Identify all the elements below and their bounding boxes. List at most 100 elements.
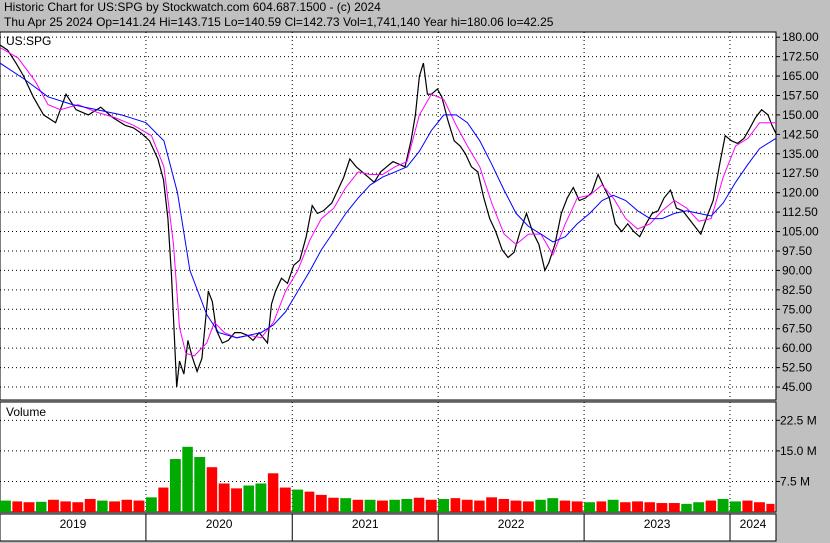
volume-bar xyxy=(522,501,534,512)
volume-plot-area xyxy=(0,401,777,513)
volume-bar xyxy=(109,501,121,512)
volume-panel: 22.5 M 15.0 M 7.5 M Volume xyxy=(0,401,817,513)
price-tick-label: 165.00 xyxy=(782,69,819,83)
volume-bar xyxy=(766,503,775,512)
volume-bar xyxy=(742,500,753,512)
volume-bar xyxy=(145,497,157,512)
volume-bar xyxy=(121,499,133,512)
year-label: 2020 xyxy=(206,517,233,531)
volume-bar xyxy=(304,491,315,512)
price-tick-label: 157.50 xyxy=(782,88,819,102)
volume-bar xyxy=(340,498,352,512)
volume-bar xyxy=(450,498,461,512)
price-panel-title: US:SPG xyxy=(6,34,51,48)
volume-bar xyxy=(206,467,218,512)
volume-bar xyxy=(364,499,376,512)
year-label: 2024 xyxy=(740,517,767,531)
price-panel: 180.00 172.50 165.00 157.50 150.00 142.50 135.… xyxy=(0,30,819,401)
price-tick-label: 82.50 xyxy=(782,283,812,297)
volume-bar xyxy=(510,500,522,512)
volume-bar xyxy=(656,503,668,512)
volume-bar xyxy=(717,498,729,512)
volume-bar xyxy=(231,488,242,512)
volume-bar xyxy=(681,503,692,512)
volume-bar xyxy=(571,501,583,512)
year-label: 2023 xyxy=(644,517,671,531)
price-tick-label: 180.00 xyxy=(782,30,819,44)
volume-bar xyxy=(133,500,145,512)
volume-bar xyxy=(584,502,595,512)
volume-bar xyxy=(596,501,607,512)
year-label: 2022 xyxy=(498,517,525,531)
volume-bar xyxy=(413,497,425,512)
volume-bar xyxy=(97,500,108,512)
volume-bar xyxy=(35,501,47,512)
volume-bar xyxy=(461,499,473,512)
volume-bar xyxy=(668,503,680,512)
price-plot-area xyxy=(0,31,777,401)
volume-bar xyxy=(547,498,559,512)
volume-bar xyxy=(486,497,498,512)
price-tick-label: 52.50 xyxy=(782,361,812,375)
volume-bar xyxy=(23,502,35,512)
volume-bar xyxy=(644,502,655,512)
volume-bar xyxy=(315,494,327,512)
price-tick-label: 60.00 xyxy=(782,341,812,355)
volume-bar xyxy=(169,459,181,512)
volume-panel-title: Volume xyxy=(6,405,46,419)
volume-tick-label: 22.5 M xyxy=(780,413,817,427)
price-tick-label: 45.00 xyxy=(782,380,812,394)
price-tick-label: 142.50 xyxy=(782,127,819,141)
year-label: 2019 xyxy=(60,517,87,531)
volume-bar xyxy=(535,499,546,512)
volume-bar xyxy=(243,485,254,512)
volume-tick-label: 7.5 M xyxy=(780,474,810,488)
stock-chart: 180.00 172.50 165.00 157.50 150.00 142.50 135.… xyxy=(0,30,819,542)
price-tick-label: 120.00 xyxy=(782,186,819,200)
volume-bar xyxy=(12,501,23,512)
volume-bar xyxy=(279,487,291,512)
price-tick-label: 112.50 xyxy=(782,205,818,219)
volume-bar xyxy=(218,483,230,512)
volume-bar xyxy=(72,502,84,512)
volume-bar xyxy=(498,498,510,512)
volume-bar xyxy=(47,499,59,512)
price-tick-label: 127.50 xyxy=(782,166,819,180)
volume-bar xyxy=(730,501,741,512)
year-label: 2021 xyxy=(352,517,379,531)
volume-bar xyxy=(693,502,705,512)
volume-bar xyxy=(389,499,400,512)
volume-bar xyxy=(559,500,571,512)
price-tick-label: 67.50 xyxy=(782,322,812,336)
volume-bar xyxy=(425,499,437,512)
volume-bar xyxy=(438,498,450,512)
volume-bar xyxy=(328,497,339,512)
price-tick-label: 105.00 xyxy=(782,225,819,239)
volume-bar xyxy=(377,500,388,512)
volume-bar xyxy=(620,502,631,512)
volume-bar xyxy=(0,500,11,512)
volume-bar xyxy=(267,473,279,512)
volume-bar xyxy=(84,498,96,512)
volume-bar xyxy=(352,499,364,512)
volume-bar xyxy=(194,457,206,512)
volume-bar xyxy=(632,501,643,512)
volume-tick-label: 15.0 M xyxy=(780,444,817,458)
volume-bar xyxy=(292,489,304,512)
price-tick-label: 90.00 xyxy=(782,263,812,277)
volume-bar xyxy=(255,483,267,512)
volume-bar xyxy=(705,500,717,512)
price-tick-label: 75.00 xyxy=(782,302,812,316)
volume-bar xyxy=(158,487,169,512)
time-axis: 2019 2020 2021 2022 2023 2024 xyxy=(0,513,777,542)
price-tick-label: 135.00 xyxy=(782,147,819,161)
volume-bar xyxy=(607,499,619,512)
price-tick-label: 97.50 xyxy=(782,244,812,258)
price-tick-label: 150.00 xyxy=(782,108,819,122)
volume-bar xyxy=(474,500,485,512)
price-tick-label: 172.50 xyxy=(782,50,819,64)
volume-bar xyxy=(754,502,765,512)
volume-bar xyxy=(182,446,193,512)
volume-bar xyxy=(401,498,413,512)
volume-bar xyxy=(60,501,71,512)
